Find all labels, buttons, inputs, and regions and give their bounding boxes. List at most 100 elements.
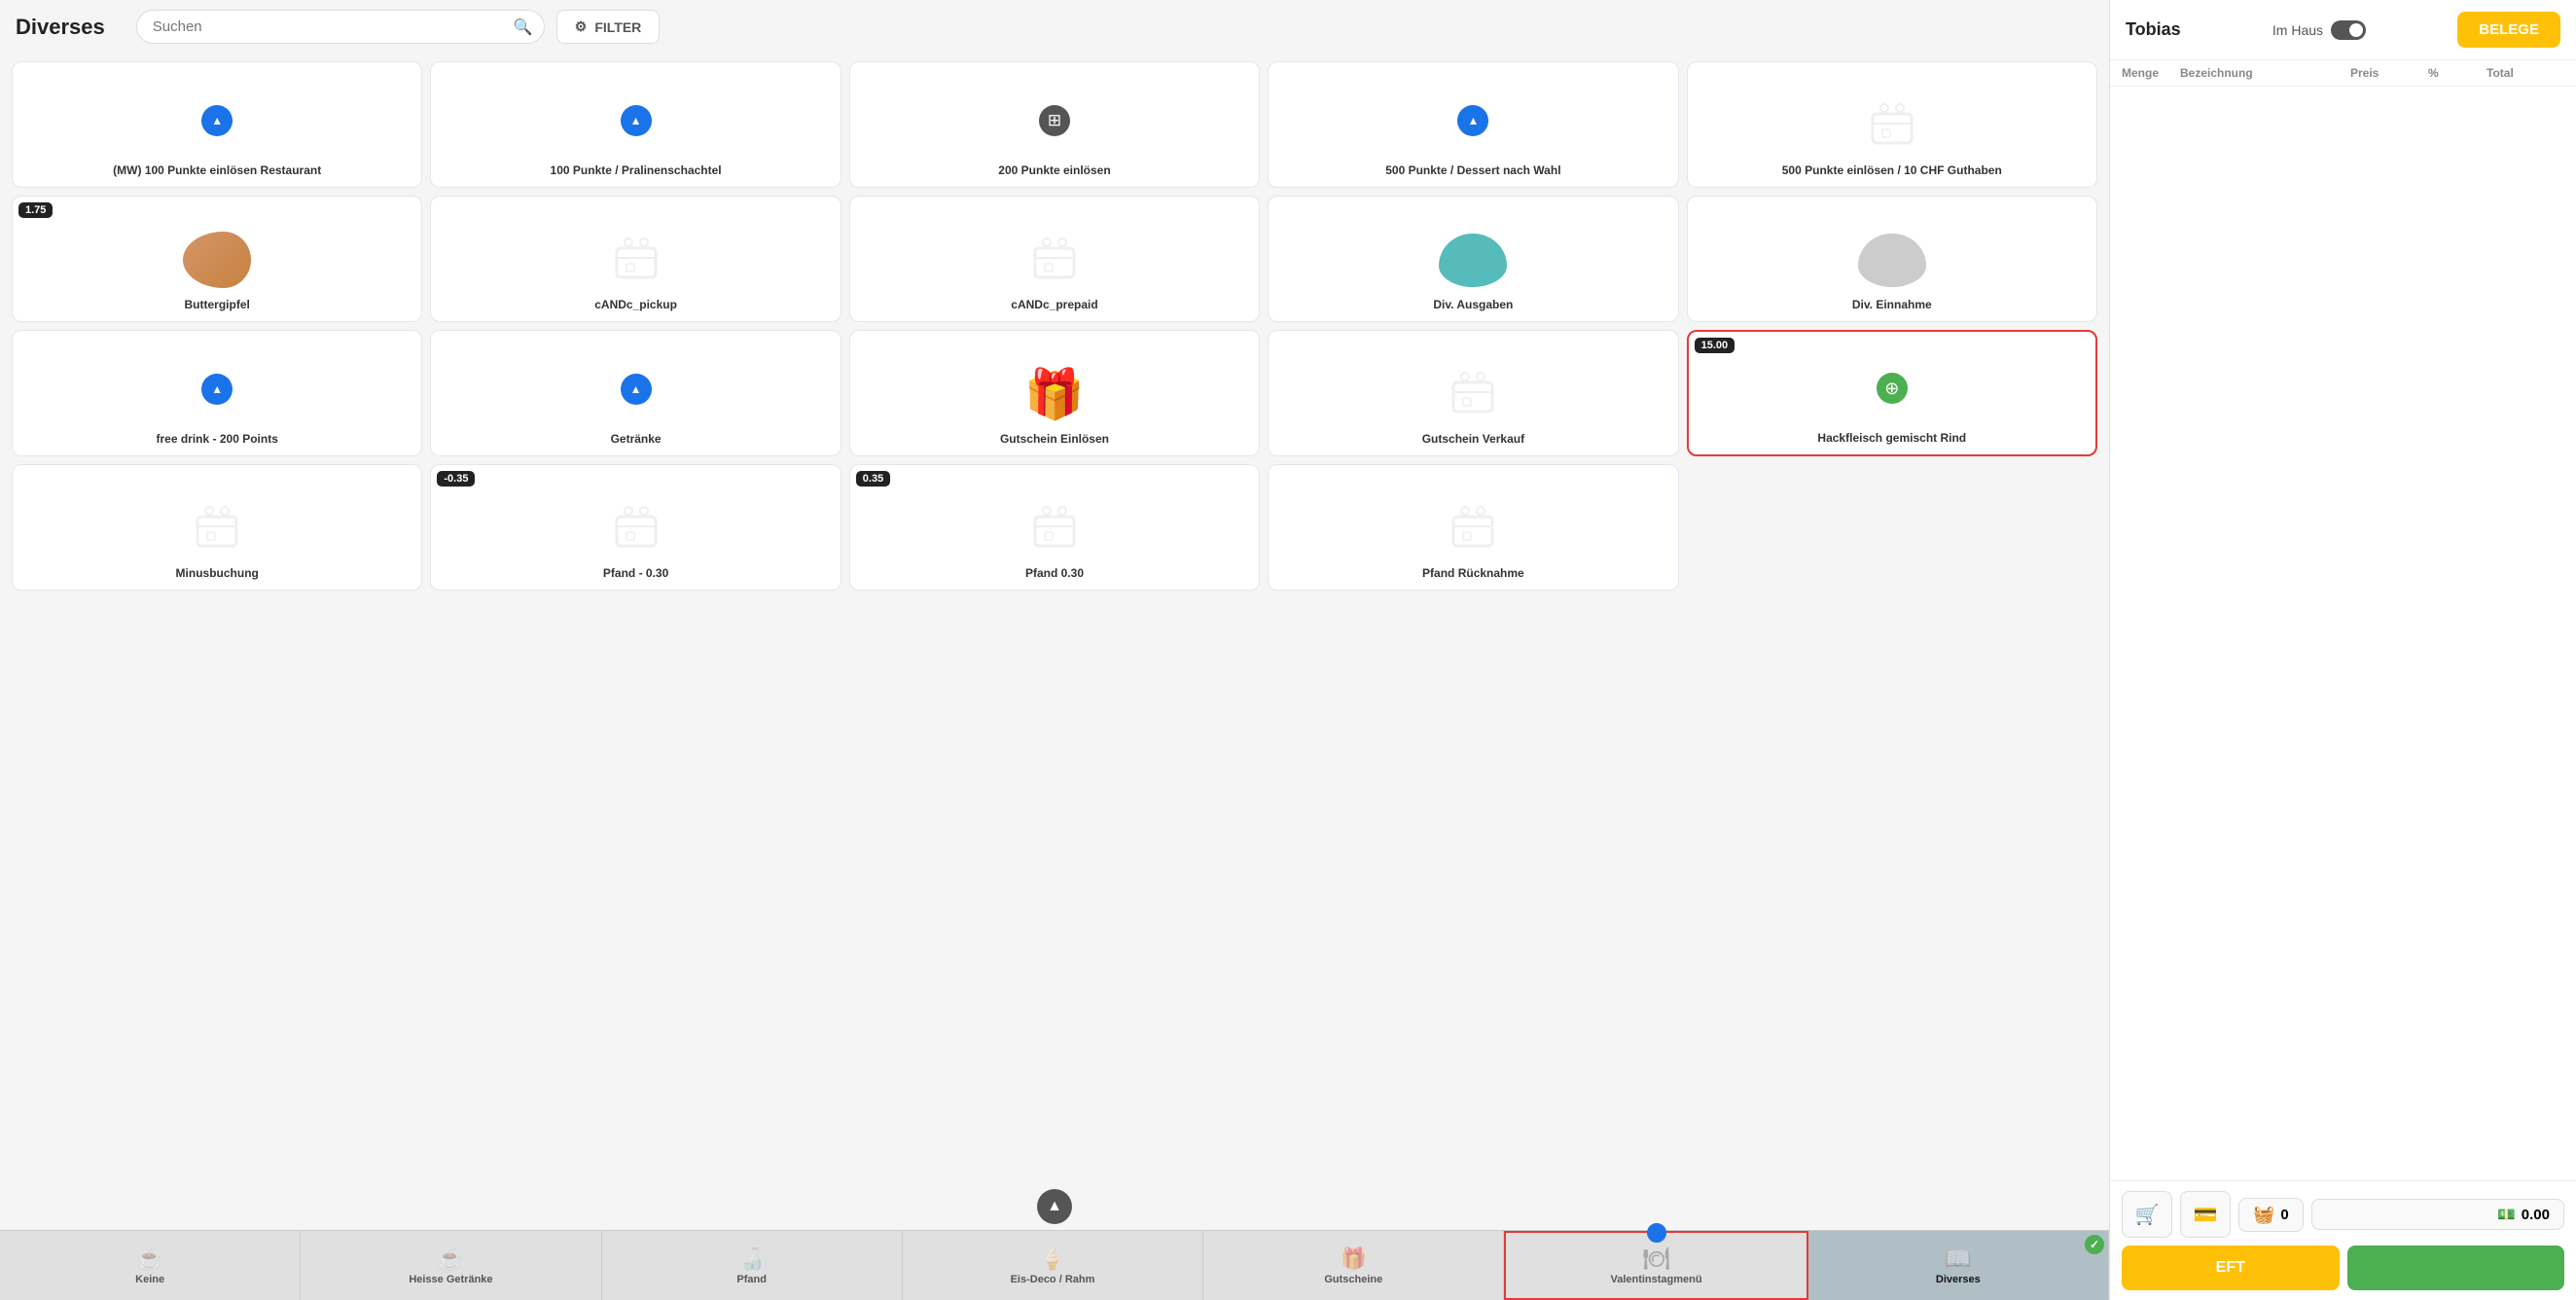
- eft-button[interactable]: EFT: [2122, 1246, 2340, 1290]
- mode-toggle: Im Haus: [2272, 20, 2366, 40]
- sidebar-header: Tobias Im Haus BELEGE: [2110, 0, 2576, 60]
- product-image-p16: [183, 494, 251, 562]
- tab-icon-t6: 🍽: [1643, 1246, 1670, 1272]
- product-badge-p18: 0.35: [856, 471, 890, 487]
- total-value: 0.00: [2522, 1207, 2550, 1223]
- product-image-p8: [1020, 226, 1089, 294]
- im-haus-toggle[interactable]: [2331, 20, 2366, 40]
- tab-item-t6[interactable]: 🍽Valentinstagmenü: [1504, 1231, 1807, 1300]
- product-image-p3: [1020, 91, 1089, 160]
- product-card-p7[interactable]: cANDc_pickup: [430, 196, 841, 322]
- tab-icon-t2: ☕: [438, 1246, 464, 1272]
- sidebar-bottom: 🛒 💳 🧺 0 💵 0.00 EFT: [2110, 1180, 2576, 1300]
- product-name-p7: cANDc_pickup: [594, 298, 677, 313]
- product-name-p4: 500 Punkte / Dessert nach Wahl: [1385, 163, 1560, 179]
- main-area: Diverses 🔍 ⚙ FILTER (MW) 100 Punkte einl…: [0, 0, 2109, 1300]
- product-name-p12: Getränke: [611, 432, 662, 448]
- user-name: Tobias: [2126, 19, 2181, 40]
- tab-item-t5[interactable]: 🎁Gutscheine: [1203, 1231, 1504, 1300]
- product-card-p9[interactable]: Div. Ausgaben: [1268, 196, 1678, 322]
- filter-label: FILTER: [594, 19, 641, 35]
- product-image-p11: [183, 360, 251, 428]
- product-card-p3[interactable]: 200 Punkte einlösen: [849, 61, 1260, 188]
- tab-item-t1[interactable]: ☕ Keine: [0, 1231, 301, 1300]
- product-badge-p15: 15.00: [1695, 338, 1735, 353]
- col-menge: Menge: [2122, 66, 2180, 80]
- product-name-p9: Div. Ausgaben: [1433, 298, 1513, 313]
- product-image-p12: [602, 360, 670, 428]
- product-name-p10: Div. Einnahme: [1852, 298, 1932, 313]
- scroll-indicator: ▲: [0, 1183, 2109, 1230]
- tab-icon-t4: 🍦: [1039, 1246, 1065, 1272]
- order-table: Menge Bezeichnung Preis % Total: [2110, 60, 2576, 1180]
- croissant-image: [183, 232, 251, 288]
- product-image-p6: [183, 226, 251, 294]
- basket-icon: 🧺: [2253, 1205, 2274, 1225]
- belege-button[interactable]: BELEGE: [2457, 12, 2560, 48]
- tab-item-t2[interactable]: ☕ Heisse Getränke: [301, 1231, 601, 1300]
- product-name-p15: Hackfleisch gemischt Rind: [1817, 431, 1966, 447]
- green-plus-icon: [1877, 373, 1908, 404]
- product-image-p2: [602, 91, 670, 160]
- product-image-p1: [183, 91, 251, 160]
- gift-red-image: 🎁: [1024, 370, 1085, 418]
- tab-label-t2: Heisse Getränke: [409, 1274, 492, 1285]
- search-input[interactable]: [136, 10, 545, 44]
- product-name-p13: Gutschein Einlösen: [1000, 432, 1109, 448]
- product-card-p19[interactable]: Pfand Rücknahme: [1268, 464, 1678, 591]
- product-card-p5[interactable]: 500 Punkte einlösen / 10 CHF Guthaben: [1687, 61, 2097, 188]
- blue-arrow-icon: [1457, 105, 1488, 136]
- tab-label-t4: Eis-Deco / Rahm: [1011, 1274, 1095, 1285]
- product-name-p3: 200 Punkte einlösen: [998, 163, 1110, 179]
- col-total: Total: [2487, 66, 2564, 80]
- tab-icon-t1: ☕: [136, 1246, 162, 1272]
- product-name-p14: Gutschein Verkauf: [1422, 432, 1524, 448]
- card-button[interactable]: 💳: [2180, 1191, 2231, 1238]
- product-card-p4[interactable]: 500 Punkte / Dessert nach Wahl: [1268, 61, 1678, 188]
- product-image-p13: 🎁: [1020, 360, 1089, 428]
- pay-button[interactable]: [2347, 1246, 2565, 1290]
- product-image-p14: [1439, 360, 1507, 428]
- product-image-p9: [1439, 226, 1507, 294]
- tab-bar: ☕ Keine ☕ Heisse Getränke 🍶Pfand 🍦 Eis-Deco / …: [0, 1230, 2109, 1300]
- product-card-p16[interactable]: Minusbuchung: [12, 464, 422, 591]
- filter-button[interactable]: ⚙ FILTER: [556, 10, 661, 44]
- product-name-p19: Pfand Rücknahme: [1422, 566, 1524, 582]
- tab-label-t5: Gutscheine: [1324, 1274, 1382, 1285]
- product-badge-p17: -0.35: [437, 471, 475, 487]
- product-name-p1: (MW) 100 Punkte einlösen Restaurant: [113, 163, 321, 179]
- search-icon: 🔍: [514, 18, 533, 37]
- search-bar: 🔍: [136, 10, 545, 44]
- product-card-p1[interactable]: (MW) 100 Punkte einlösen Restaurant: [12, 61, 422, 188]
- product-image-p18: [1020, 494, 1089, 562]
- tab-item-t3[interactable]: 🍶Pfand: [602, 1231, 903, 1300]
- product-card-p6[interactable]: 1.75Buttergipfel: [12, 196, 422, 322]
- product-name-p16: Minusbuchung: [176, 566, 259, 582]
- action-row: 🛒 💳 🧺 0 💵 0.00: [2122, 1191, 2564, 1238]
- cart-button[interactable]: 🛒: [2122, 1191, 2172, 1238]
- product-card-p15[interactable]: 15.00 Hackfleisch gemischt Rind: [1687, 330, 2097, 456]
- scroll-up-button[interactable]: ▲: [1037, 1189, 1072, 1224]
- tab-label-t1: Keine: [135, 1274, 164, 1285]
- product-card-p12[interactable]: Getränke: [430, 330, 841, 456]
- tab-item-t7[interactable]: 📖Diverses✓: [1808, 1231, 2109, 1300]
- product-image-p4: [1439, 91, 1507, 160]
- page-title: Diverses: [16, 15, 105, 40]
- blue-arrow-icon: [621, 105, 652, 136]
- product-card-p14[interactable]: Gutschein Verkauf: [1268, 330, 1678, 456]
- product-card-p8[interactable]: cANDc_prepaid: [849, 196, 1260, 322]
- product-card-p11[interactable]: free drink - 200 Points: [12, 330, 422, 456]
- product-card-p13[interactable]: 🎁 Gutschein Einlösen: [849, 330, 1260, 456]
- product-card-p10[interactable]: Div. Einnahme: [1687, 196, 2097, 322]
- tab-label-t7: Diverses: [1936, 1274, 1981, 1285]
- product-name-p6: Buttergipfel: [185, 298, 250, 313]
- cart-count-display: 🧺 0: [2238, 1198, 2304, 1232]
- sidebar: Tobias Im Haus BELEGE Menge Bezeichnung …: [2109, 0, 2576, 1300]
- blue-arrow-icon: [201, 374, 233, 405]
- product-card-p2[interactable]: 100 Punkte / Pralinenschachtel: [430, 61, 841, 188]
- product-grid: (MW) 100 Punkte einlösen Restaurant 100 P…: [0, 54, 2109, 1183]
- product-card-p17[interactable]: -0.35 Pfand - 0.30: [430, 464, 841, 591]
- tab-item-t4[interactable]: 🍦 Eis-Deco / Rahm: [903, 1231, 1203, 1300]
- table-header: Menge Bezeichnung Preis % Total: [2110, 60, 2576, 87]
- product-card-p18[interactable]: 0.35 Pfand 0.30: [849, 464, 1260, 591]
